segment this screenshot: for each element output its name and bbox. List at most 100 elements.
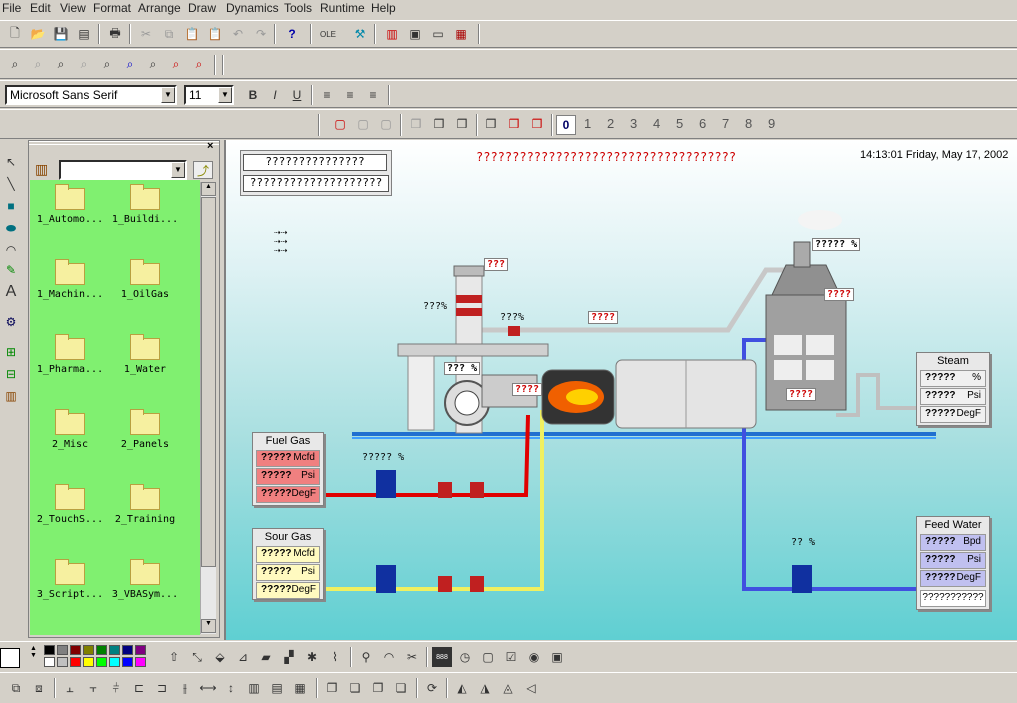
- color-swatch[interactable]: [135, 657, 146, 667]
- layer-5-button[interactable]: 5: [676, 116, 683, 131]
- align-center-icon[interactable]: ≡: [340, 85, 360, 105]
- color-swatch[interactable]: [83, 645, 94, 655]
- layer-4-button[interactable]: 4: [653, 116, 660, 131]
- text-icon[interactable]: A: [1, 282, 21, 302]
- zoom-minus-icon[interactable]: ⌕: [189, 54, 209, 74]
- zoom-percent-icon[interactable]: ⌕: [143, 54, 163, 74]
- panel-grip[interactable]: [29, 141, 219, 151]
- menu-file[interactable]: File: [2, 1, 21, 15]
- chart-icon[interactable]: ▥: [382, 24, 402, 44]
- print-icon[interactable]: 🖶: [105, 24, 125, 44]
- layer-icon[interactable]: ❒: [527, 114, 547, 134]
- group-icon[interactable]: ⇧: [164, 647, 184, 667]
- menu-help[interactable]: Help: [371, 1, 396, 15]
- pointer-icon[interactable]: ↖: [1, 152, 21, 172]
- chevron-down-icon[interactable]: ▼: [171, 162, 185, 178]
- chevron-down-icon[interactable]: ▼: [218, 87, 232, 103]
- zoom-out-icon[interactable]: ⌕: [28, 54, 48, 74]
- paste-special-icon[interactable]: 📋: [205, 24, 225, 44]
- color-swatch[interactable]: [135, 645, 146, 655]
- window-icon[interactable]: ▭: [428, 24, 448, 44]
- fill-icon[interactable]: ⬙: [210, 647, 230, 667]
- color-palette[interactable]: [44, 645, 148, 669]
- font-name-select[interactable]: Microsoft Sans Serif ▼: [5, 85, 177, 105]
- same-height-icon[interactable]: ▤: [267, 678, 287, 698]
- align-top-icon[interactable]: ⫟: [83, 678, 103, 698]
- bring-front-icon[interactable]: ❐: [322, 678, 342, 698]
- help-icon[interactable]: ?: [282, 24, 302, 44]
- open-icon[interactable]: 📂: [28, 24, 48, 44]
- folder-item[interactable]: 1_Buildi...: [105, 184, 185, 225]
- layer-3-button[interactable]: 3: [630, 116, 637, 131]
- skew-icon[interactable]: ◁: [521, 678, 541, 698]
- font-size-select[interactable]: 11 ▼: [184, 85, 234, 105]
- color-swatch[interactable]: [57, 645, 68, 655]
- paste-icon[interactable]: 📋: [182, 24, 202, 44]
- layer-0-button[interactable]: 0: [556, 115, 576, 135]
- align-right-icon[interactable]: ⊐: [152, 678, 172, 698]
- layer-1-button[interactable]: 1: [584, 116, 591, 131]
- window-icon[interactable]: ▢: [376, 114, 396, 134]
- color-swatch[interactable]: [83, 657, 94, 667]
- scroll-down-icon[interactable]: ▼: [201, 619, 216, 633]
- html-icon[interactable]: ▤: [74, 24, 94, 44]
- color-swatch[interactable]: [122, 645, 133, 655]
- datalink-icon[interactable]: ⚙: [1, 312, 21, 332]
- line-style-icon[interactable]: ⊿: [233, 647, 253, 667]
- layer-6-button[interactable]: 6: [699, 116, 706, 131]
- menu-format[interactable]: Format: [93, 1, 131, 15]
- tag-icon[interactable]: ⚒: [350, 24, 370, 44]
- color-swatch[interactable]: [70, 645, 81, 655]
- color-swatch[interactable]: [96, 645, 107, 655]
- space-horizontal-icon[interactable]: ⟷: [198, 678, 218, 698]
- undo-icon[interactable]: ↶: [228, 24, 248, 44]
- push-button-icon[interactable]: ⊞: [1, 342, 21, 362]
- tools-icon[interactable]: ✂: [402, 647, 422, 667]
- menu-tools[interactable]: Tools: [284, 1, 312, 15]
- bitmap-icon[interactable]: ▞: [279, 647, 299, 667]
- folder-item[interactable]: 3_Script...: [30, 559, 110, 600]
- new-window-icon[interactable]: ▢: [330, 114, 350, 134]
- folder-item[interactable]: 1_Machin...: [30, 259, 110, 300]
- align-left-icon[interactable]: ⊏: [129, 678, 149, 698]
- picture-icon[interactable]: ▣: [547, 647, 567, 667]
- scroll-up-icon[interactable]: ▲: [201, 182, 216, 196]
- folder-up-icon[interactable]: ⤴: [193, 161, 213, 179]
- zoom-plus-icon[interactable]: ⌕: [166, 54, 186, 74]
- checkbox-icon[interactable]: ☑: [501, 647, 521, 667]
- cut-icon[interactable]: ✂: [136, 24, 156, 44]
- pen-icon[interactable]: ✎: [1, 260, 21, 280]
- ellipse-icon[interactable]: ⬬: [1, 218, 21, 238]
- gauge-icon[interactable]: ◠: [379, 647, 399, 667]
- folder-scrollbar[interactable]: ▲ ▼: [200, 182, 216, 634]
- redo-icon[interactable]: ↷: [251, 24, 271, 44]
- align-right-icon[interactable]: ≡: [363, 85, 383, 105]
- folder-item[interactable]: 2_Training: [105, 484, 185, 525]
- same-size-icon[interactable]: ▦: [290, 678, 310, 698]
- folder-item[interactable]: 1_Pharma...: [30, 334, 110, 375]
- zoom-select-icon[interactable]: ⌕: [120, 54, 140, 74]
- group-icon[interactable]: ⧉: [6, 678, 26, 698]
- color-swatch[interactable]: [109, 645, 120, 655]
- process-canvas[interactable]: ??????????????? ???????????????????? ???…: [224, 140, 1017, 640]
- underline-button[interactable]: U: [287, 85, 307, 105]
- scroll-thumb[interactable]: [201, 197, 216, 567]
- rotate-icon[interactable]: ⟳: [422, 678, 442, 698]
- flip-horizontal-icon[interactable]: ◭: [452, 678, 472, 698]
- align-bottom-icon[interactable]: ⫠: [60, 678, 80, 698]
- line-icon[interactable]: ╲: [1, 174, 21, 194]
- save-icon[interactable]: 💾: [51, 24, 71, 44]
- radio-icon[interactable]: ◉: [524, 647, 544, 667]
- clock-icon[interactable]: ◷: [455, 647, 475, 667]
- italic-button[interactable]: I: [265, 85, 285, 105]
- menu-edit[interactable]: Edit: [30, 1, 51, 15]
- current-color-swatch[interactable]: [0, 648, 20, 668]
- layer-7-button[interactable]: 7: [722, 116, 729, 131]
- palette-spinner-icon[interactable]: ▲ ▼: [30, 645, 37, 659]
- close-icon[interactable]: ×: [207, 140, 213, 152]
- menu-arrange[interactable]: Arrange: [138, 1, 181, 15]
- zoom-fit-icon[interactable]: ⌕: [74, 54, 94, 74]
- menu-draw[interactable]: Draw: [188, 1, 216, 15]
- align-left-icon[interactable]: ≡: [317, 85, 337, 105]
- feed-water-button[interactable]: ???????????: [920, 590, 986, 607]
